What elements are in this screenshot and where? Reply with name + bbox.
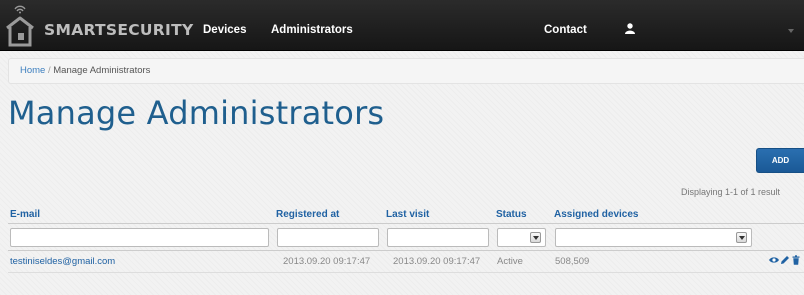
nav-devices[interactable]: Devices [203, 24, 246, 36]
row-registered-at: 2013.09.20 09:17:47 [283, 256, 371, 267]
page-title: Manage Administrators [8, 94, 385, 132]
breadcrumb-home-link[interactable]: Home [20, 65, 45, 76]
delete-icon[interactable] [791, 255, 801, 265]
email-filter-input[interactable] [10, 228, 269, 247]
column-header-assigned-devices[interactable]: Assigned devices [554, 209, 638, 220]
brand-name[interactable]: SMARTSECURITY [44, 21, 194, 39]
column-header-registered-at[interactable]: Registered at [276, 209, 339, 220]
registered-filter-input[interactable] [277, 228, 379, 247]
results-summary: Displaying 1-1 of 1 result [681, 187, 781, 197]
devices-filter-select[interactable] [555, 228, 752, 247]
devices-dropdown-arrow-icon[interactable] [736, 232, 747, 243]
caret-down-icon[interactable] [788, 29, 794, 33]
nav-contact[interactable]: Contact [544, 24, 587, 36]
status-dropdown-arrow-icon[interactable] [530, 232, 541, 243]
row-assigned-devices: 508,509 [555, 256, 590, 267]
breadcrumb: Home / Manage Administrators [8, 58, 804, 84]
user-icon[interactable] [625, 23, 635, 34]
row-email-link[interactable]: testiniseldes@gmail.com [10, 256, 115, 267]
status-filter-select[interactable] [497, 228, 546, 247]
add-administrator-button[interactable]: ADD [756, 148, 804, 173]
header-divider [8, 223, 804, 224]
edit-icon[interactable] [780, 255, 790, 265]
top-navbar: SMARTSECURITY Devices Administrators Con… [0, 0, 804, 51]
home-signal-icon[interactable] [5, 3, 35, 47]
breadcrumb-current: Manage Administrators [53, 65, 151, 76]
row-divider [8, 272, 804, 273]
row-status: Active [497, 256, 523, 267]
column-header-email[interactable]: E-mail [10, 209, 40, 220]
row-last-visit: 2013.09.20 09:17:47 [393, 256, 481, 267]
view-icon[interactable] [769, 255, 779, 265]
last-visit-filter-input[interactable] [387, 228, 489, 247]
column-header-status[interactable]: Status [496, 209, 527, 220]
column-header-last-visit[interactable]: Last visit [386, 209, 429, 220]
nav-administrators[interactable]: Administrators [271, 24, 353, 36]
